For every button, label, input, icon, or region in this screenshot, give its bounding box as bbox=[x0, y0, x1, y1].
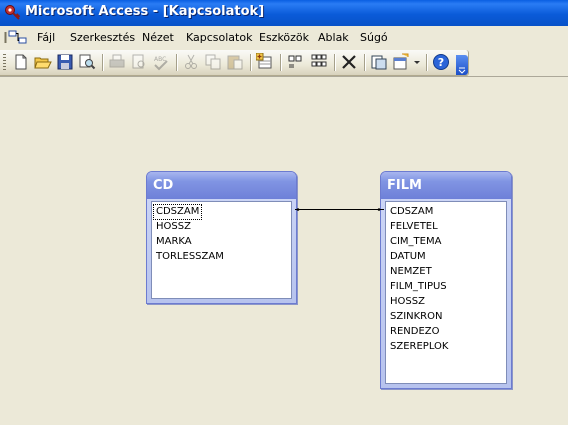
toolbar-separator bbox=[364, 54, 366, 71]
access-window: Microsoft Access - [Kapcsolatok] Fájl Sz… bbox=[0, 0, 568, 425]
title-bar[interactable]: Microsoft Access - [Kapcsolatok] bbox=[0, 0, 568, 26]
field-torlesszam[interactable]: TORLESSZAM bbox=[154, 250, 226, 264]
field-hossz[interactable]: HOSSZ bbox=[388, 295, 427, 309]
open-icon[interactable] bbox=[34, 53, 52, 71]
menu-view[interactable]: Nézet bbox=[142, 31, 174, 44]
menu-relationships[interactable]: Kapcsolatok bbox=[186, 31, 252, 44]
office-links-icon[interactable] bbox=[392, 53, 410, 71]
show-table-icon[interactable] bbox=[256, 53, 274, 71]
field-felvetel[interactable]: FELVETEL bbox=[388, 220, 440, 234]
menu-help[interactable]: Súgó bbox=[360, 31, 388, 44]
svg-text:?: ? bbox=[438, 56, 444, 69]
new-icon[interactable] bbox=[12, 53, 30, 71]
field-nemzet[interactable]: NEMZET bbox=[388, 265, 434, 279]
table-window-film[interactable]: FILM CDSZAM FELVETEL CIM_TEMA DATUM NEMZ… bbox=[380, 171, 512, 389]
menu-window[interactable]: Ablak bbox=[318, 31, 349, 44]
spelling-icon[interactable]: ABC bbox=[152, 53, 170, 71]
field-cim-tema[interactable]: CIM_TEMA bbox=[388, 235, 443, 249]
toolbar-separator bbox=[176, 54, 178, 71]
menu-bar: Fájl Szerkesztés Nézet Kapcsolatok Eszkö… bbox=[0, 26, 568, 50]
field-cdszam[interactable]: CDSZAM bbox=[152, 204, 203, 220]
office-links-dropdown-chevron-icon[interactable] bbox=[413, 53, 421, 71]
toolbar-separator bbox=[426, 54, 428, 71]
field-cdszam[interactable]: CDSZAM bbox=[388, 205, 435, 219]
access-key-icon[interactable] bbox=[4, 4, 21, 21]
window-title: Microsoft Access - [Kapcsolatok] bbox=[25, 4, 265, 19]
toolbar-separator bbox=[334, 54, 336, 71]
field-hossz[interactable]: HOSSZ bbox=[154, 220, 193, 234]
delete-icon[interactable] bbox=[340, 53, 358, 71]
menu-tools[interactable]: Eszközök bbox=[259, 31, 309, 44]
field-szereplok[interactable]: SZEREPLOK bbox=[388, 340, 450, 354]
save-icon[interactable] bbox=[56, 53, 74, 71]
table-window-title: FILM bbox=[387, 178, 422, 193]
table-window-title: CD bbox=[153, 178, 174, 193]
field-rendezo[interactable]: RENDEZO bbox=[388, 325, 442, 339]
toolbar-separator bbox=[102, 54, 104, 71]
field-list[interactable]: CDSZAM FELVETEL CIM_TEMA DATUM NEMZET FI… bbox=[385, 201, 507, 384]
svg-text:ABC: ABC bbox=[154, 56, 166, 63]
field-datum[interactable]: DATUM bbox=[388, 250, 428, 264]
toolbar-options-chevron-icon[interactable] bbox=[456, 55, 468, 75]
menu-edit[interactable]: Szerkesztés bbox=[70, 31, 135, 44]
toolbar-separator bbox=[280, 54, 282, 71]
cut-icon[interactable] bbox=[182, 53, 200, 71]
field-szinkron[interactable]: SZINKRON bbox=[388, 310, 445, 324]
print-preview-icon[interactable] bbox=[130, 53, 148, 71]
show-direct-icon[interactable] bbox=[286, 53, 304, 71]
table-window-cd[interactable]: CD CDSZAM HOSSZ MARKA TORLESSZAM bbox=[146, 171, 297, 304]
help-icon[interactable]: ? bbox=[432, 53, 450, 71]
toolbar-separator bbox=[250, 54, 252, 71]
toolbar: ABC ? bbox=[0, 50, 469, 76]
paste-icon[interactable] bbox=[226, 53, 244, 71]
new-object-icon[interactable] bbox=[370, 53, 388, 71]
menu-file[interactable]: Fájl bbox=[37, 31, 55, 44]
table-window-title-bar[interactable]: FILM bbox=[381, 172, 511, 199]
copy-icon[interactable] bbox=[204, 53, 222, 71]
print-icon[interactable] bbox=[108, 53, 126, 71]
search-icon[interactable] bbox=[78, 53, 96, 71]
field-film-tipus[interactable]: FILM_TIPUS bbox=[388, 280, 449, 294]
relationships-menu-icon[interactable] bbox=[4, 29, 28, 46]
toolbar-grip[interactable] bbox=[3, 54, 6, 71]
field-marka[interactable]: MARKA bbox=[154, 235, 194, 249]
show-all-icon[interactable] bbox=[310, 53, 328, 71]
table-window-title-bar[interactable]: CD bbox=[147, 172, 296, 199]
field-list[interactable]: CDSZAM HOSSZ MARKA TORLESSZAM bbox=[151, 201, 292, 299]
